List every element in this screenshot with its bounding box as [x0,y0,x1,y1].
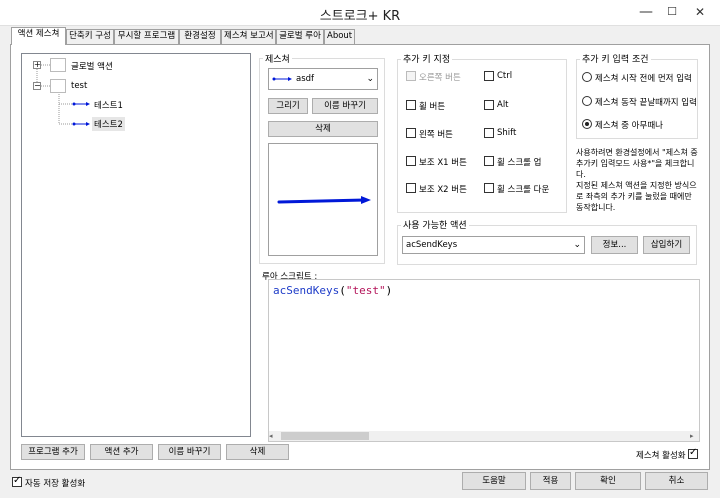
tab-global-lua[interactable]: 글로벌 루아 [276,29,324,44]
autosave-checkbox[interactable] [12,475,22,487]
key-right-button-label: 오른쪽 버튼 [419,73,461,83]
gesture-stroke [277,196,371,204]
key-wheel-up-label: 휠 스크롤 업 [497,158,542,168]
key-x1-button-checkbox[interactable] [406,156,416,166]
tree-item-child-selected[interactable]: 테스트2 [92,117,125,131]
chevron-down-icon: ⌄ [366,74,374,84]
scrollbar-thumb[interactable] [281,432,369,440]
help-line: 다. [576,170,586,179]
cancel-button[interactable]: 취소 [645,472,708,490]
key-x2-button-label: 보조 X2 버튼 [419,185,467,195]
scroll-right-icon[interactable]: ▸ [690,432,699,440]
draw-button[interactable]: 그리기 [268,98,308,114]
script-paren-close: ) [385,284,393,297]
key-alt-label: Alt [497,100,509,110]
gesture-select-value: asdf [296,74,315,84]
window-title: 스트로크+ KR [319,9,401,24]
condition-until-end-label: 제스쳐 동작 끝날때까지 입력 [595,98,697,108]
maximize-icon[interactable]: ☐ [662,3,682,21]
key-ctrl-label: Ctrl [497,71,513,81]
key-x1-button-label: 보조 X1 버튼 [419,158,467,168]
action-tree[interactable]: + 글로벌 액션 − test 테스트1 테스트2 [21,53,251,437]
script-function: acSendKeys [273,284,340,297]
expand-icon[interactable]: + [33,61,41,69]
collapse-icon[interactable]: − [33,82,41,90]
gesture-select[interactable]: asdf ⌄ [268,68,378,90]
gesture-icon [72,122,90,126]
horizontal-scrollbar[interactable]: ◂ ▸ [269,431,699,441]
delete-gesture-button[interactable]: 삭제 [268,121,378,137]
lua-script-editor[interactable]: acSendKeys("test") ◂ ▸ [268,279,700,442]
global-node-icon [50,58,66,72]
condition-help-text: 사용하려면 환경설정에서 "제스쳐 중 추가키 입력모드 사용*"을 체크합니 … [576,147,700,213]
extra-keys-label: 추가 키 지정 [401,52,453,65]
tab-hotkeys[interactable]: 단축키 구성 [66,29,114,44]
tab-gesture-report[interactable]: 제스쳐 보고서 [221,29,276,44]
minimize-icon[interactable]: — [636,3,656,21]
action-select-value: acSendKeys [406,240,458,250]
condition-anytime-label: 제스쳐 중 아무때나 [595,121,663,131]
key-alt-checkbox[interactable] [484,100,494,110]
key-right-button-checkbox[interactable] [406,71,416,81]
chevron-down-icon: ⌄ [573,240,581,250]
scroll-left-icon[interactable]: ◂ [269,432,279,440]
tab-ignored-programs[interactable]: 무시할 프로그램 [114,29,179,44]
tree-item-child[interactable]: 테스트1 [94,99,123,111]
actions-label: 사용 가능한 액션 [401,218,469,231]
add-program-button[interactable]: 프로그램 추가 [21,444,85,460]
key-wheel-down-label: 휠 스크롤 다운 [497,185,550,195]
gesture-icon [72,102,90,106]
help-button[interactable]: 도움말 [462,472,526,490]
delete-node-button[interactable]: 삭제 [226,444,289,460]
key-wheel-down-checkbox[interactable] [484,183,494,193]
help-line: 지정된 제스쳐 액션을 지정한 방식으 [576,181,697,190]
key-left-button-checkbox[interactable] [406,128,416,138]
script-line: acSendKeys("test") [273,284,392,297]
gesture-icon [272,77,292,81]
add-action-button[interactable]: 액션 추가 [90,444,153,460]
app-node-icon [50,79,66,93]
apply-button[interactable]: 적용 [530,472,571,490]
info-button[interactable]: 정보... [591,236,638,254]
key-ctrl-checkbox[interactable] [484,71,494,81]
condition-before-radio[interactable] [582,72,592,82]
key-wheel-button-checkbox[interactable] [406,100,416,110]
rename-node-button[interactable]: 이름 바꾸기 [158,444,221,460]
key-left-button-label: 왼쪽 버튼 [419,130,453,140]
help-line: 로 좌측의 추가 키를 눌렀을 때에만 [576,192,692,201]
gesture-enabled-checkbox[interactable] [688,447,698,459]
condition-anytime-radio[interactable] [582,119,592,129]
script-argument: "test" [345,284,386,297]
help-line: 동작합니다. [576,203,616,212]
script-paren-open: ( [339,284,346,297]
condition-before-label: 제스쳐 시작 전에 먼저 입력 [595,74,692,84]
rename-gesture-button[interactable]: 이름 바꾸기 [312,98,378,114]
help-line: 사용하려면 환경설정에서 "제스쳐 중 [576,148,698,157]
insert-button[interactable]: 삽입하기 [643,236,690,254]
help-line: 추가키 입력모드 사용*"을 체크합니 [576,159,695,168]
gesture-label: 제스쳐 [263,52,292,65]
tab-settings[interactable]: 환경설정 [179,29,221,44]
key-shift-label: Shift [497,128,517,138]
gesture-enabled-label: 제스쳐 활성화 [636,451,686,461]
key-x2-button-checkbox[interactable] [406,183,416,193]
tab-about[interactable]: About [324,29,355,44]
input-condition-options: 제스쳐 시작 전에 먼저 입력 제스쳐 동작 끝날때까지 입력 제스쳐 중 아무… [576,64,698,136]
key-shift-checkbox[interactable] [484,128,494,138]
key-wheel-button-label: 휠 버튼 [419,102,446,112]
tree-item-app[interactable]: test [71,81,87,91]
key-wheel-up-checkbox[interactable] [484,156,494,166]
close-icon[interactable]: ✕ [690,3,710,21]
tree-item-global[interactable]: 글로벌 액션 [71,60,113,72]
action-select[interactable]: acSendKeys ⌄ [402,236,585,254]
gesture-preview [268,143,378,256]
ok-button[interactable]: 확인 [575,472,641,490]
tab-action-gesture[interactable]: 액션 제스쳐 [11,27,66,45]
condition-until-end-radio[interactable] [582,96,592,106]
autosave-label: 자동 저장 활성화 [25,479,86,489]
